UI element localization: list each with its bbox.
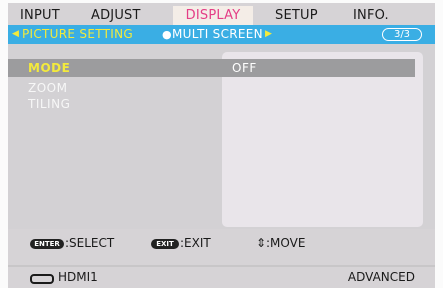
status-bar: HDMI1 ADVANCED: [8, 265, 435, 288]
tab-setup[interactable]: SETUP: [275, 6, 318, 25]
menu-content: MODE ZOOM TILING OFF: [8, 44, 435, 229]
menu-mode: ADVANCED: [347, 270, 415, 284]
help-bar: ENTER :SELECT EXIT :EXIT ⇕ :MOVE: [8, 229, 435, 255]
main-tab-bar: INPUT ADJUST DISPLAY SETUP INFO.: [8, 3, 435, 25]
menu-item-tiling[interactable]: TILING: [28, 97, 70, 111]
menu-item-mode[interactable]: MODE: [28, 59, 70, 77]
subtab-picture-setting[interactable]: PICTURE SETTING: [22, 25, 133, 44]
help-select-text: :SELECT: [65, 236, 115, 250]
help-exit-text: :EXIT: [180, 236, 211, 250]
tab-adjust[interactable]: ADJUST: [91, 6, 141, 25]
exit-key-icon: EXIT: [151, 239, 179, 249]
right-arrow-icon[interactable]: ▶: [265, 25, 272, 44]
move-arrows-icon: ⇕: [256, 236, 267, 250]
sub-tab-bar: ◀ PICTURE SETTING ● MULTI SCREEN ▶ 3/3: [8, 25, 435, 44]
current-input: HDMI1: [58, 270, 98, 284]
left-arrow-icon[interactable]: ◀: [12, 25, 19, 44]
mode-value[interactable]: OFF: [232, 59, 257, 77]
page-indicator: 3/3: [382, 28, 422, 41]
menu-item-zoom[interactable]: ZOOM: [28, 81, 67, 95]
osd-menu-window: INPUT ADJUST DISPLAY SETUP INFO. ◀ PICTU…: [8, 3, 435, 288]
tab-display[interactable]: DISPLAY: [173, 6, 253, 25]
tab-info[interactable]: INFO.: [353, 6, 389, 25]
value-panel: [222, 52, 423, 227]
enter-key-icon: ENTER: [30, 239, 64, 249]
subtab-multi-screen[interactable]: MULTI SCREEN: [172, 25, 263, 44]
subtab-separator: ●: [162, 28, 172, 41]
hdmi-port-icon: [30, 274, 54, 284]
tab-input[interactable]: INPUT: [20, 6, 60, 25]
help-move-text: :MOVE: [266, 236, 306, 250]
